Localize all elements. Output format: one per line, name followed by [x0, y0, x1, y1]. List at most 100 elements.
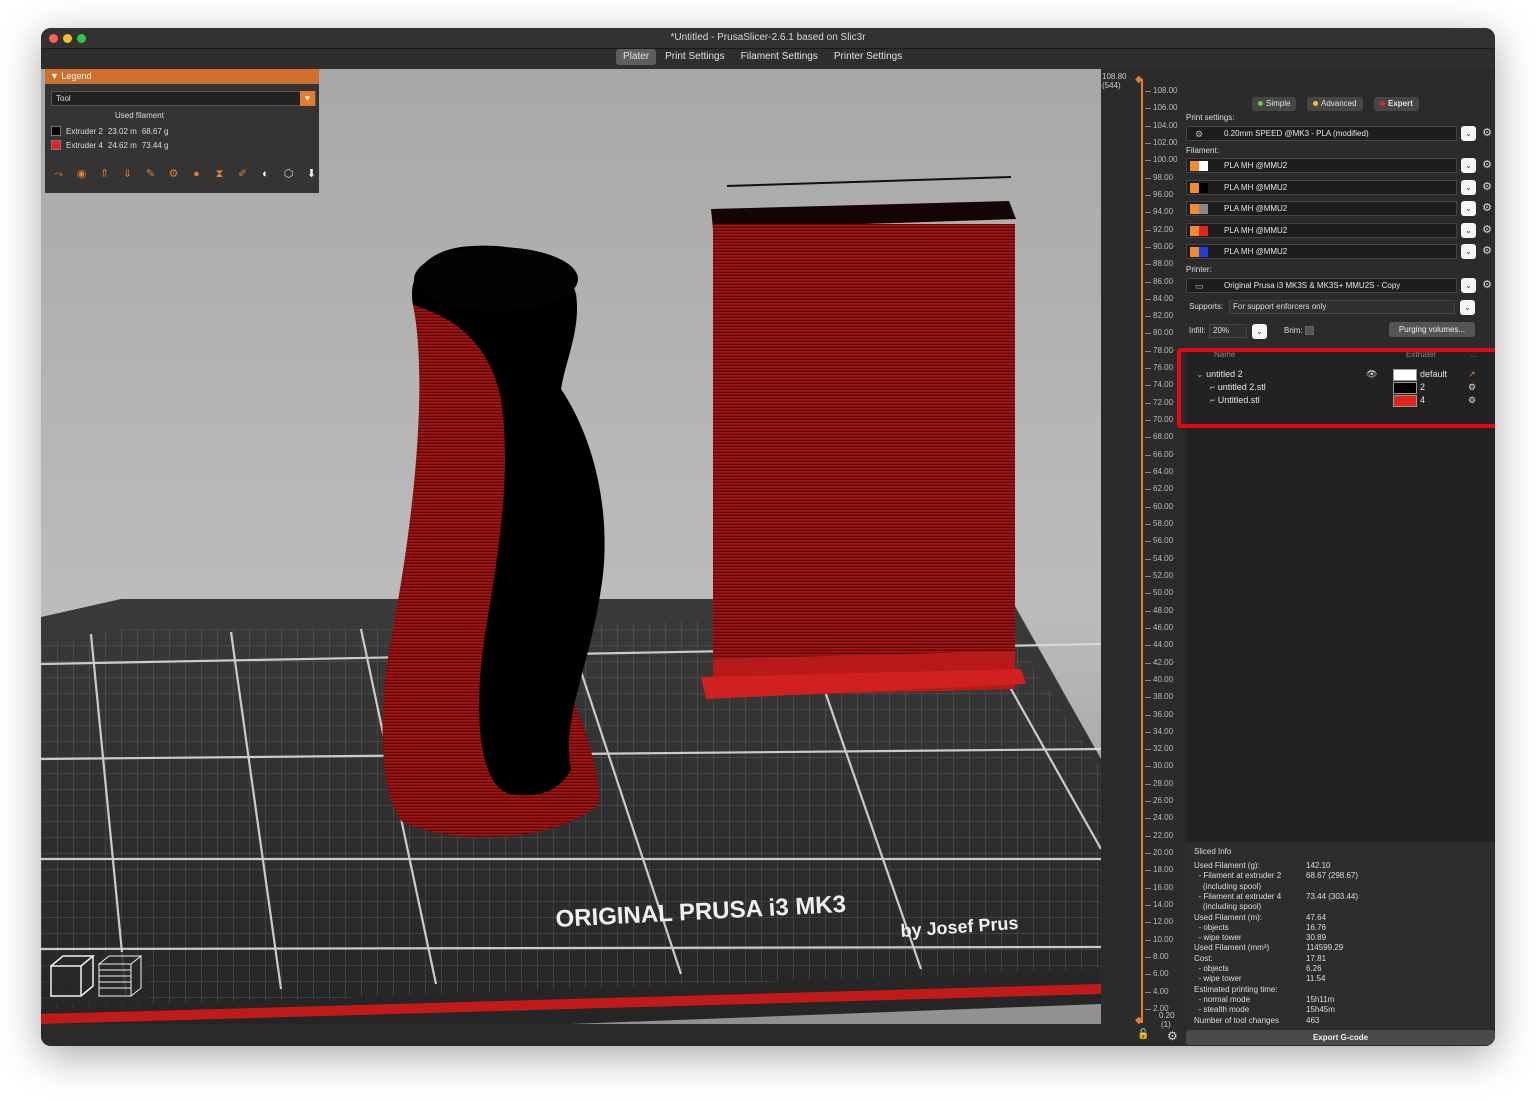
retractions-icon[interactable]: ⇑ — [97, 167, 112, 182]
3d-viewport[interactable]: ORIGINAL PRUSA i3 MK3 by Josef Prus ▼ Le… — [41, 69, 1101, 1046]
print-settings-combo[interactable]: ⚙ 0.20mm SPEED @MK3 - PLA (modified) — [1186, 126, 1457, 141]
layer-tick — [1145, 177, 1151, 179]
chevron-down-icon[interactable]: ⌄ — [1460, 300, 1475, 315]
brim-checkbox[interactable] — [1305, 326, 1314, 335]
chevron-down-icon[interactable]: ⌄ — [1461, 278, 1476, 293]
layer-tick — [1145, 991, 1151, 993]
layer-tick-label: 52.00 — [1153, 570, 1174, 580]
layer-tick-label: 36.00 — [1153, 709, 1174, 719]
tab-bar: Plater Print Settings Filament Settings … — [41, 49, 1495, 69]
wipe-tower-model[interactable] — [701, 176, 1026, 699]
layer-tick-label: 66.00 — [1153, 449, 1174, 459]
sliced-info-label: Number of tool changes — [1194, 1015, 1279, 1025]
tool-marker-icon[interactable]: ⬇ — [304, 167, 319, 182]
filament-combo[interactable]: PLA MH @MMU2 — [1186, 223, 1457, 238]
layer-tick — [1145, 905, 1151, 907]
legend-view-type-value: Tool — [56, 94, 71, 103]
wipe-icon[interactable]: ◉ — [74, 167, 89, 182]
filament-color-swatch — [1190, 204, 1208, 214]
layer-tick — [1145, 974, 1151, 976]
deretractions-icon[interactable]: ⇓ — [120, 167, 135, 182]
layer-tick-label: 48.00 — [1153, 605, 1174, 615]
layer-tick-label: 16.00 — [1153, 882, 1174, 892]
chevron-down-icon[interactable]: ⌄ — [1461, 244, 1476, 259]
chevron-down-icon[interactable]: ⌄ — [1461, 126, 1476, 141]
layer-tick — [1145, 472, 1151, 474]
printer-label: Printer: — [1186, 265, 1212, 274]
layer-tick — [1145, 91, 1151, 92]
color-changes-icon[interactable]: ● — [189, 167, 204, 182]
purging-volumes-button[interactable]: Purging volumes... — [1389, 322, 1475, 337]
cog-icon[interactable]: ⚙ — [1167, 1029, 1178, 1043]
vertical-layer-slider[interactable]: 108.80 (544) ◆ ◆ 108.00 106.00 104.00 102.0… — [1101, 69, 1186, 1046]
infill-combo[interactable]: 20% — [1209, 324, 1247, 338]
chevron-down-icon[interactable]: ⌄ — [1461, 223, 1476, 238]
gear-icon[interactable]: ⚙ — [1481, 279, 1493, 291]
slider-bottom-thumb[interactable]: ◆ — [1135, 1015, 1143, 1026]
slider-track[interactable] — [1141, 79, 1143, 1023]
slider-top-thumb[interactable]: ◆ — [1135, 74, 1143, 85]
export-gcode-button[interactable]: Export G-code — [1186, 1030, 1495, 1045]
legend-view-type-select[interactable]: Tool ▼ — [51, 91, 316, 106]
sliced-info-label: - wipe tower — [1194, 933, 1242, 943]
layer-tick — [1145, 506, 1151, 508]
chevron-down-icon[interactable]: ⌄ — [1461, 180, 1476, 195]
layer-tick — [1145, 541, 1151, 543]
filament-color-swatch — [1190, 247, 1208, 257]
gear-icon[interactable]: ⚙ — [1481, 245, 1493, 257]
lock-icon[interactable]: 🔓 — [1137, 1029, 1149, 1040]
tool-changes-icon[interactable]: ⚙ — [166, 167, 181, 182]
shells-icon[interactable]: ⬡ — [281, 167, 296, 182]
chevron-down-icon[interactable]: ⌄ — [1461, 201, 1476, 216]
chevron-down-icon[interactable]: ⌄ — [1252, 324, 1267, 339]
filament-value: PLA MH @MMU2 — [1224, 161, 1288, 170]
tab-print-settings[interactable]: Print Settings — [658, 49, 731, 65]
tab-printer-settings[interactable]: Printer Settings — [827, 49, 909, 65]
slider-bottom-value: 0.20 — [1159, 1011, 1175, 1020]
layer-tick — [1145, 229, 1151, 231]
3d-view-icon[interactable] — [50, 955, 96, 997]
infill-row: Infill: 20% ⌄ Brim: Purging volumes... — [1189, 322, 1489, 339]
legend-title: Legend — [61, 71, 92, 81]
pause-prints-icon[interactable]: ⧗ — [212, 167, 227, 182]
layer-tick — [1145, 887, 1151, 889]
layer-tick-label: 60.00 — [1153, 501, 1174, 511]
filament-combo[interactable]: PLA MH @MMU2 — [1186, 201, 1457, 216]
gear-icon[interactable]: ⚙ — [1481, 181, 1493, 193]
filament-combo[interactable]: PLA MH @MMU2 — [1186, 244, 1457, 259]
layer-tick-label: 100.00 — [1153, 155, 1178, 165]
mode-simple-button[interactable]: Simple — [1252, 97, 1297, 111]
sliced-info-value: 6.26 — [1306, 964, 1322, 973]
chevron-down-icon[interactable]: ⌄ — [1461, 158, 1476, 173]
sliced-info-label: Used Filament (g): — [1194, 861, 1260, 870]
mode-expert-button[interactable]: Expert — [1374, 97, 1419, 111]
travel-icon[interactable]: ⤳ — [51, 167, 66, 182]
seams-icon[interactable]: ✎ — [143, 167, 158, 182]
sliced-info-label: Used Filament (mm³) — [1194, 943, 1270, 953]
filament-color-swatch — [1190, 183, 1208, 193]
gear-icon[interactable]: ⚙ — [1481, 127, 1493, 139]
tab-filament-settings[interactable]: Filament Settings — [734, 49, 825, 65]
sliced-info-value: 73.44 (303.44) — [1306, 891, 1359, 901]
tab-plater[interactable]: Plater — [616, 49, 657, 65]
gear-icon[interactable]: ⚙ — [1481, 159, 1493, 171]
filament-combo[interactable]: PLA MH @MMU2 — [1186, 180, 1457, 195]
layer-tick-label: 10.00 — [1153, 934, 1174, 944]
custom-gcode-icon[interactable]: ✐ — [235, 167, 250, 182]
center-of-gravity-icon[interactable]: ◐ — [258, 167, 273, 182]
layer-tick — [1145, 939, 1151, 941]
printer-combo[interactable]: ▭ Original Prusa i3 MK3S & MK3S+ MMU2S -… — [1186, 278, 1457, 293]
layer-tick-label: 50.00 — [1153, 588, 1174, 598]
gear-icon[interactable]: ⚙ — [1481, 224, 1493, 236]
supports-combo[interactable]: For support enforcers only — [1229, 300, 1455, 314]
sliced-info-value: 11.54 — [1306, 974, 1326, 984]
legend-feature-toggles: ⤳ ◉ ⇑ ⇓ ✎ ⚙ ● ⧗ ✐ ◐ ⬡ ⬇ — [51, 167, 319, 182]
legend-header[interactable]: ▼ Legend — [45, 69, 319, 84]
layer-tick — [1145, 627, 1151, 629]
filament-combo[interactable]: PLA MH @MMU2 — [1186, 158, 1457, 173]
mode-advanced-button[interactable]: Advanced — [1307, 97, 1363, 111]
preview-layers-icon[interactable] — [97, 955, 143, 997]
view-mode-buttons — [45, 952, 147, 1004]
layer-tick — [1145, 142, 1151, 144]
gear-icon[interactable]: ⚙ — [1481, 202, 1493, 214]
